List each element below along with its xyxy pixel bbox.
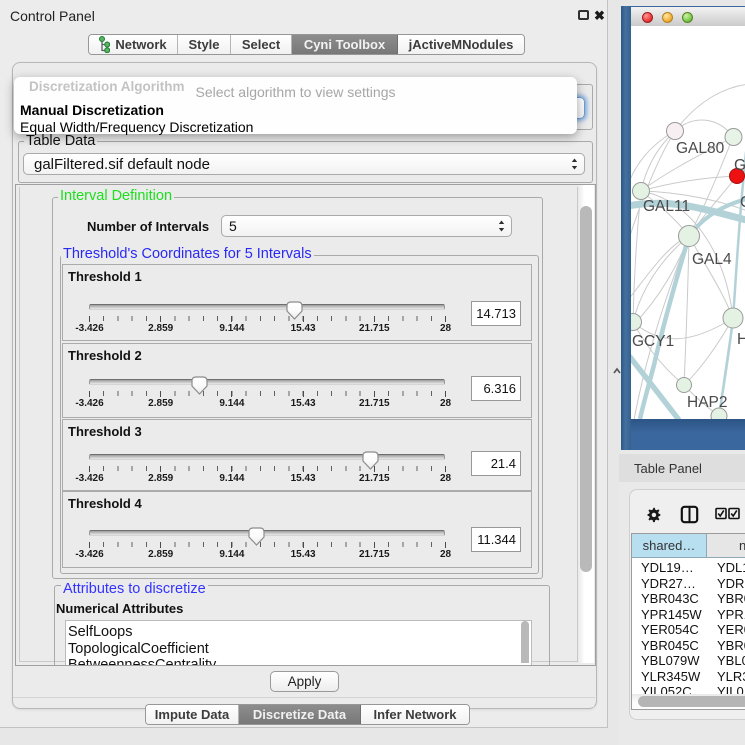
svg-text:GA: GA xyxy=(734,157,745,174)
svg-text:H: H xyxy=(737,331,745,348)
svg-text:GAL80: GAL80 xyxy=(676,140,725,157)
svg-text:C: C xyxy=(740,194,745,211)
svg-text:HAP2: HAP2 xyxy=(687,394,728,411)
svg-text:GCY1: GCY1 xyxy=(632,333,674,350)
svg-text:GAL4: GAL4 xyxy=(692,251,732,268)
svg-text:GAL11: GAL11 xyxy=(643,198,690,215)
